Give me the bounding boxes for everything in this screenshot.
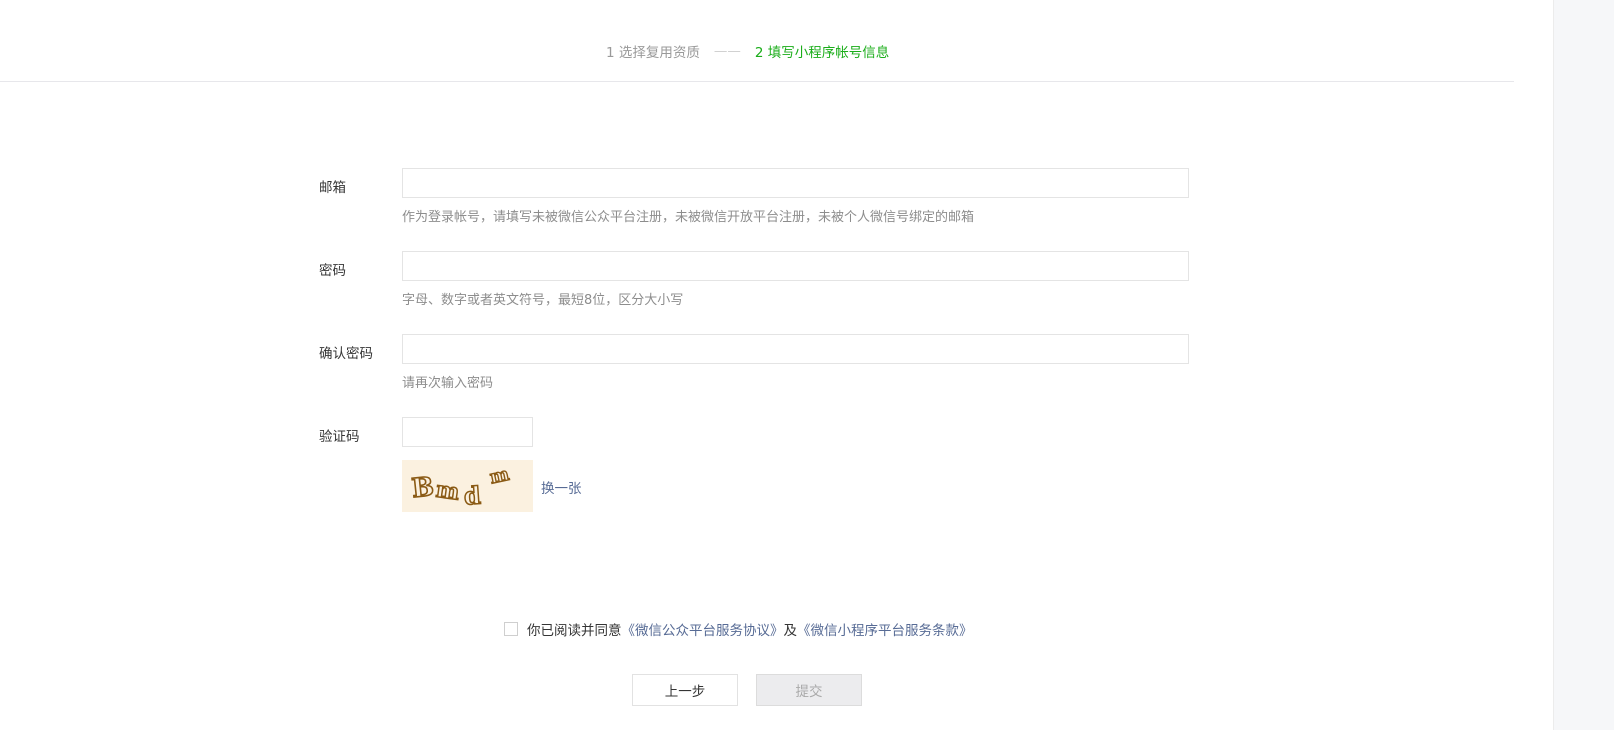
email-tip: 作为登录帐号，请填写未被微信公众平台注册，未被微信开放平台注册，未被个人微信号绑…: [402, 210, 975, 225]
captcha-graphic: B m d m: [402, 460, 533, 512]
previous-step-button[interactable]: 上一步: [632, 674, 738, 706]
captcha-image[interactable]: B m d m: [402, 460, 533, 512]
confirm-password-label: 确认密码: [319, 346, 373, 362]
step-indicator: 1 选择复用资质 —— 2 填写小程序帐号信息: [606, 41, 889, 61]
service-agreement-link[interactable]: 《微信公众平台服务协议》: [622, 619, 784, 639]
svg-text:B: B: [410, 472, 435, 504]
password-label: 密码: [319, 263, 346, 279]
miniprogram-terms-link[interactable]: 《微信小程序平台服务条款》: [797, 619, 973, 639]
email-field[interactable]: [402, 168, 1189, 198]
agreement-checkbox[interactable]: [504, 622, 518, 636]
password-tip: 字母、数字或者英文符号，最短8位，区分大小写: [402, 293, 684, 308]
captcha-label: 验证码: [319, 429, 360, 445]
header-divider: [0, 81, 1514, 82]
agreement-text: 你已阅读并同意: [527, 623, 622, 639]
email-label: 邮箱: [319, 180, 346, 196]
right-gutter: [1553, 0, 1614, 730]
step-fill-account-info: 2 填写小程序帐号信息: [754, 45, 890, 61]
captcha-field[interactable]: [402, 417, 533, 447]
step-select-qualification: 1 选择复用资质: [606, 45, 700, 61]
submit-button[interactable]: 提交: [756, 674, 862, 706]
agreement-conjunction: 及: [783, 623, 798, 639]
svg-text:d: d: [463, 481, 482, 511]
confirm-password-tip: 请再次输入密码: [402, 376, 494, 391]
confirm-password-field[interactable]: [402, 334, 1189, 364]
step-separator: ——: [713, 43, 741, 59]
svg-text:m: m: [434, 477, 461, 506]
captcha-refresh-link[interactable]: 换一张: [541, 477, 582, 497]
password-field[interactable]: [402, 251, 1189, 281]
agreement: 你已阅读并同意 《微信公众平台服务协议》 及 《微信小程序平台服务条款》: [504, 619, 973, 639]
